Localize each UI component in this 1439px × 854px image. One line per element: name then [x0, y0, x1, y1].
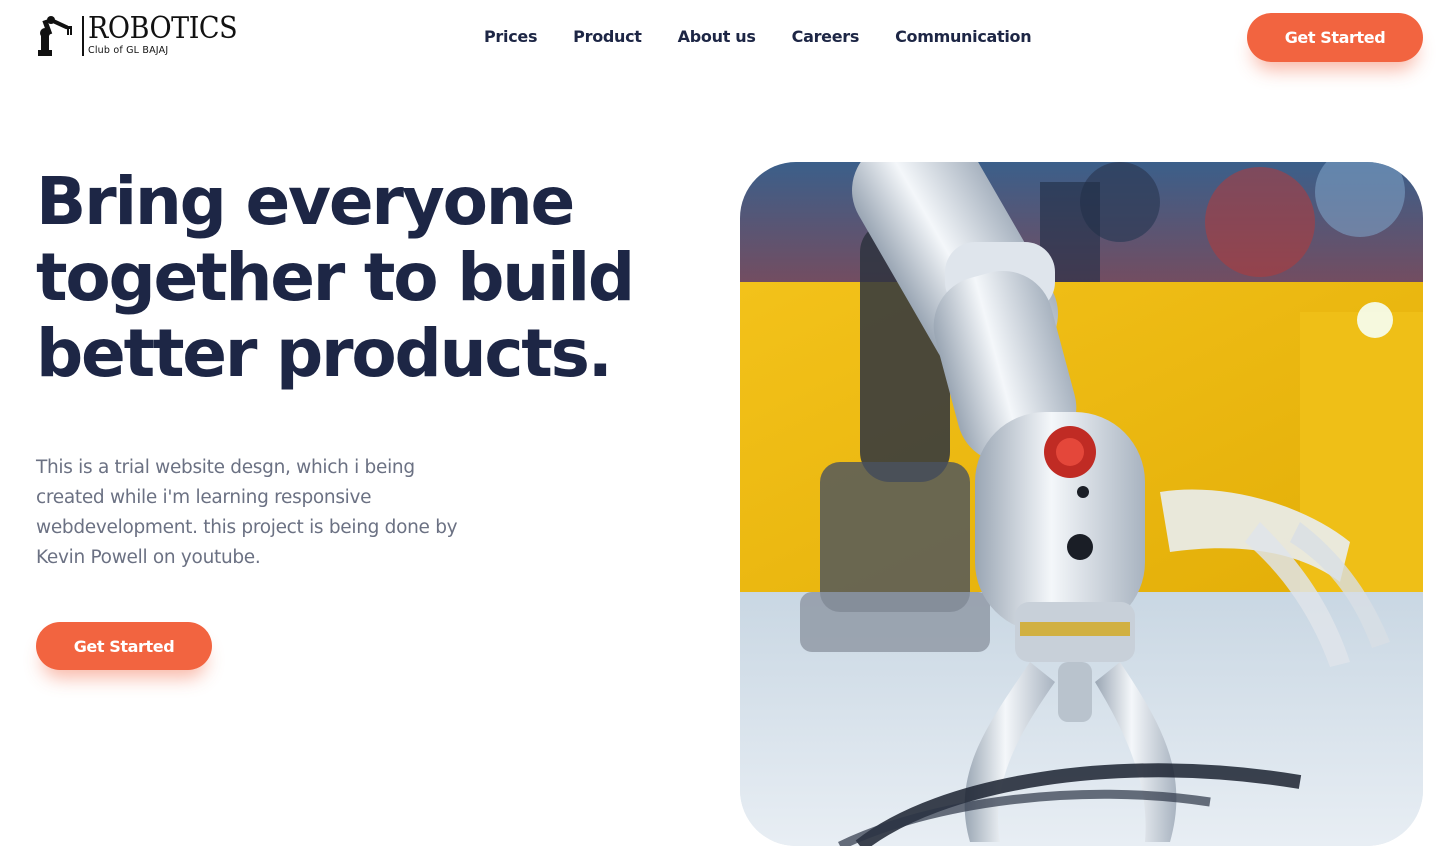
- logo[interactable]: ROBOTICS Club of GL BAJAJ: [36, 14, 256, 60]
- hero-description: This is a trial website desgn, which i b…: [36, 457, 458, 568]
- nav-link-careers[interactable]: Careers: [792, 25, 860, 49]
- nav-link-prices[interactable]: Prices: [484, 25, 537, 49]
- main-nav: Prices Product About us Careers Communic…: [484, 25, 1032, 49]
- nav-link-product[interactable]: Product: [573, 25, 642, 49]
- nav-link-communication[interactable]: Communication: [895, 25, 1032, 49]
- logo-divider: [82, 16, 84, 56]
- nav-link-about-us[interactable]: About us: [678, 25, 756, 49]
- hero-get-started-button[interactable]: Get Started: [36, 622, 212, 670]
- site-header: ROBOTICS Club of GL BAJAJ Prices Product…: [0, 0, 1439, 80]
- header-get-started-button[interactable]: Get Started: [1247, 13, 1423, 62]
- robot-arm-icon: [38, 16, 72, 56]
- logo-subtitle: Club of GL BAJAJ: [88, 45, 169, 56]
- hero-image: [740, 162, 1423, 846]
- logo-text: ROBOTICS Club of GL BAJAJ: [88, 14, 254, 57]
- robotic-arm-illustration: [740, 162, 1423, 846]
- logo-title: ROBOTICS: [88, 11, 238, 46]
- hero-title: Bring everyone together to build better …: [36, 163, 635, 392]
